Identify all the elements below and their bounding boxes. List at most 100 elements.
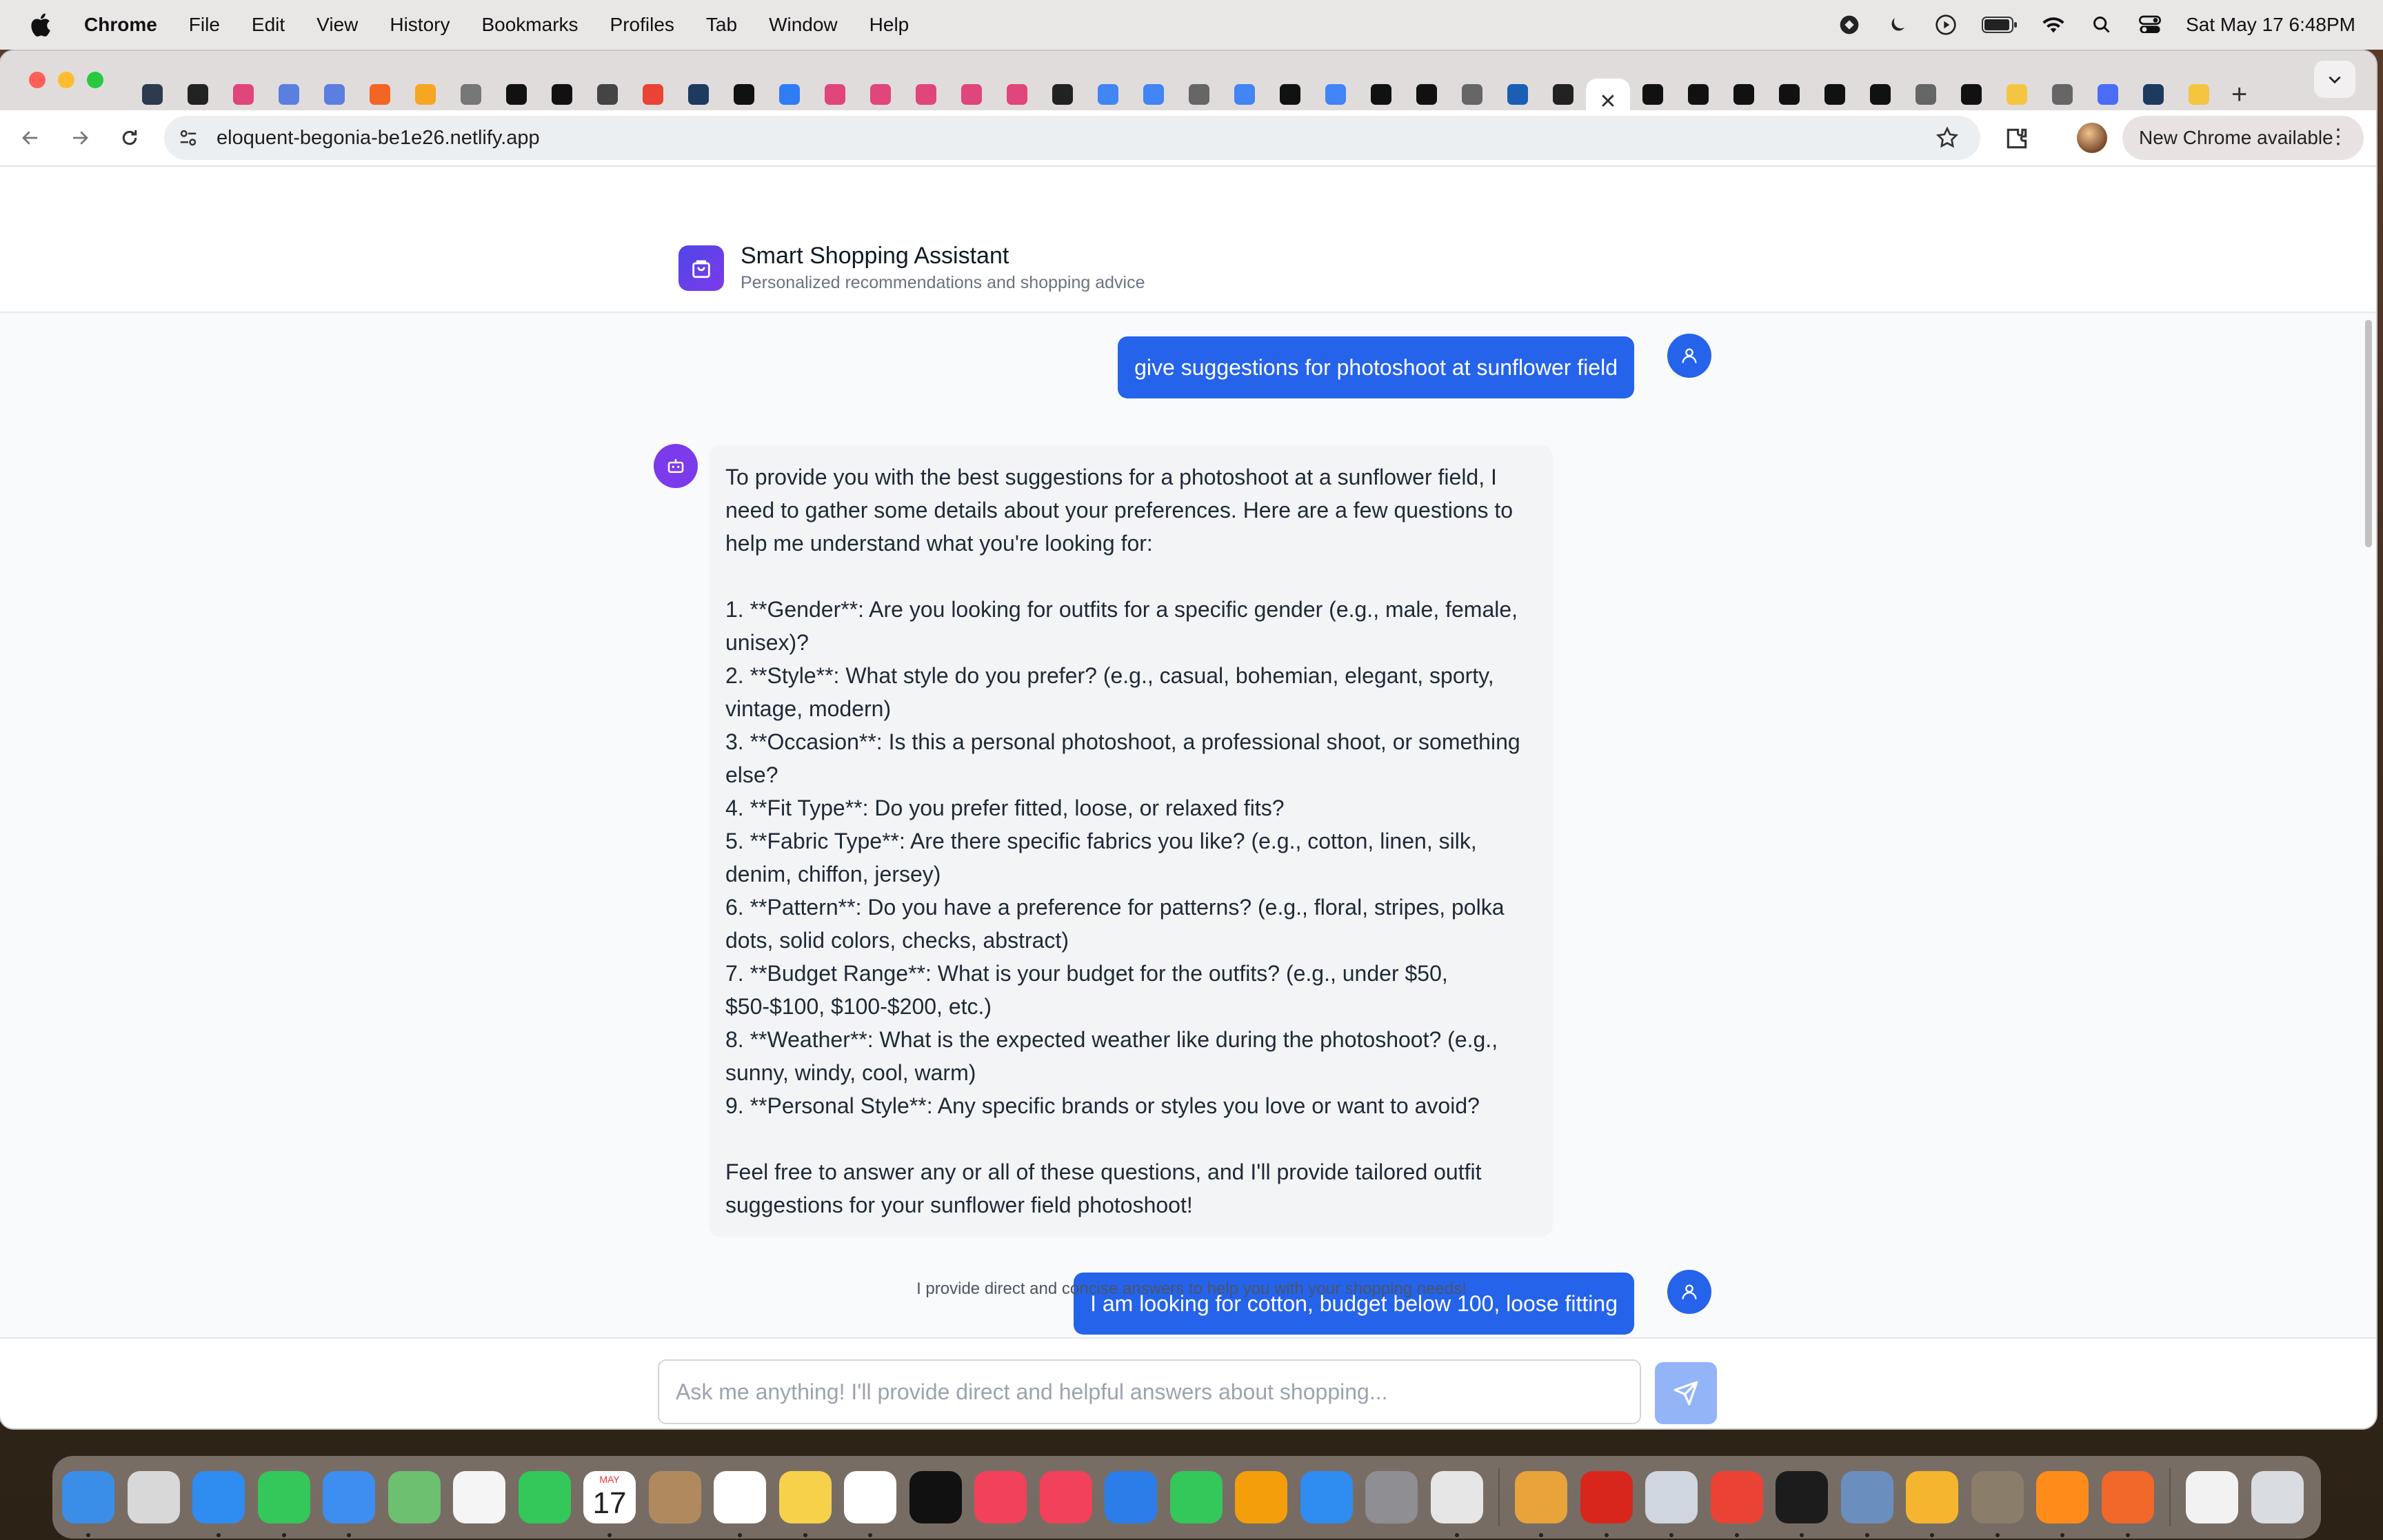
dock-keynote-icon[interactable] (1105, 1471, 1157, 1523)
tab-3[interactable] (266, 79, 312, 110)
site-settings-icon[interactable] (177, 126, 200, 150)
tab-18[interactable] (949, 79, 994, 110)
dock-acrobat-icon[interactable] (1580, 1471, 1633, 1537)
vpn-status-icon[interactable] (1837, 12, 1862, 37)
tab-after-2[interactable] (1721, 79, 1767, 110)
dock-facetime-icon[interactable] (518, 1471, 571, 1523)
tab-9[interactable] (539, 79, 585, 110)
menu-window[interactable]: Window (769, 14, 838, 36)
tab-search-button[interactable] (2314, 61, 2355, 98)
tab-after-11[interactable] (2131, 79, 2176, 110)
tab-after-7[interactable] (1949, 79, 1994, 110)
menu-bookmarks[interactable]: Bookmarks (481, 14, 578, 36)
zoom-window-button[interactable] (87, 72, 103, 88)
tab-after-8[interactable] (1994, 79, 2040, 110)
dock-chrome-icon[interactable] (1710, 1471, 1763, 1537)
control-center-icon[interactable] (2138, 12, 2162, 37)
close-window-button[interactable] (29, 72, 46, 88)
tab-13[interactable] (721, 79, 767, 110)
tab-after-1[interactable] (1676, 79, 1721, 110)
tab-after-5[interactable] (1858, 79, 1903, 110)
dock-pen-app-icon[interactable] (2101, 1471, 2154, 1537)
dock-sublime-text-icon[interactable] (2036, 1471, 2089, 1537)
dock-mail-icon[interactable] (323, 1471, 375, 1537)
tab-after-3[interactable] (1767, 79, 1812, 110)
extensions-puzzle-icon[interactable] (2004, 125, 2030, 152)
dock-chrome-canary-icon[interactable] (1515, 1471, 1567, 1537)
chat-input[interactable] (658, 1359, 1641, 1424)
dock-news-icon[interactable] (1039, 1471, 1092, 1523)
chat-scrollbar[interactable] (2365, 313, 2373, 1336)
spotlight-search-icon[interactable] (2089, 12, 2114, 37)
tab-22[interactable] (1131, 79, 1176, 110)
menu-view[interactable]: View (316, 14, 358, 36)
tab-after-6[interactable] (1903, 79, 1949, 110)
dock-finder-icon[interactable] (62, 1471, 114, 1537)
menu-bar-clock[interactable]: Sat May 17 6:48PM (2186, 14, 2355, 36)
dock-safari-icon[interactable] (192, 1471, 245, 1537)
tab-10[interactable] (585, 79, 630, 110)
dock-app-store-icon[interactable] (1300, 1471, 1353, 1523)
tab-0[interactable] (130, 79, 175, 110)
apple-logo-icon[interactable] (26, 10, 57, 40)
new-tab-button[interactable]: + (2231, 79, 2247, 110)
tab-27[interactable] (1358, 79, 1404, 110)
tab-26[interactable] (1313, 79, 1358, 110)
tab-25[interactable] (1267, 79, 1313, 110)
tab-17[interactable] (903, 79, 949, 110)
tab-after-0[interactable] (1630, 79, 1676, 110)
menu-help[interactable]: Help (869, 14, 909, 36)
tab-11[interactable] (630, 79, 676, 110)
dock-trash-icon[interactable] (2251, 1471, 2304, 1523)
tab-1[interactable] (175, 79, 221, 110)
dock-tv-icon[interactable] (909, 1471, 962, 1523)
scrollbar-thumb[interactable] (2365, 320, 2372, 547)
tab-after-12[interactable] (2176, 79, 2222, 110)
tab-23[interactable] (1176, 79, 1222, 110)
dock-calendar-icon[interactable]: MAY 17 (583, 1471, 636, 1537)
minimize-window-button[interactable] (58, 72, 74, 88)
dock-launchpad-icon[interactable] (127, 1471, 180, 1523)
update-chrome-button[interactable]: New Chrome available ⋮ (2122, 116, 2364, 160)
dock-contacts-icon[interactable] (648, 1471, 701, 1523)
tab-15[interactable] (812, 79, 858, 110)
tab-30[interactable] (1495, 79, 1540, 110)
reload-button[interactable] (116, 124, 143, 152)
tab-2[interactable] (221, 79, 266, 110)
dock-music-icon[interactable] (974, 1471, 1027, 1523)
dock-notes-icon[interactable] (778, 1471, 832, 1537)
tab-24[interactable] (1222, 79, 1267, 110)
dock-preview-icon[interactable] (1840, 1471, 1893, 1537)
address-bar-url[interactable]: eloquent-begonia-be1e26.netlify.app (217, 127, 540, 150)
send-button[interactable] (1655, 1362, 1717, 1424)
dock-numbers-icon[interactable] (1169, 1471, 1223, 1523)
tab-16[interactable] (858, 79, 903, 110)
dock-chrome-beta-icon[interactable] (1906, 1471, 1958, 1537)
menu-tab[interactable]: Tab (706, 14, 737, 36)
tab-5[interactable] (357, 79, 403, 110)
wifi-icon[interactable] (2041, 12, 2066, 37)
tab-21[interactable] (1085, 79, 1131, 110)
tab-8[interactable] (494, 79, 539, 110)
now-playing-icon[interactable] (1933, 12, 1958, 37)
tab-7[interactable] (448, 79, 494, 110)
tab-after-9[interactable] (2040, 79, 2085, 110)
tab-20[interactable] (1040, 79, 1085, 110)
battery-icon[interactable] (1982, 12, 2018, 37)
menu-history[interactable]: History (390, 14, 450, 36)
forward-button[interactable] (66, 124, 94, 152)
dock-system-settings-icon[interactable] (1365, 1471, 1418, 1523)
tab-after-4[interactable] (1812, 79, 1858, 110)
dock-rocket-icon[interactable] (1645, 1471, 1698, 1537)
do-not-disturb-icon[interactable] (1885, 12, 1910, 37)
tab-28[interactable] (1404, 79, 1449, 110)
menu-edit[interactable]: Edit (252, 14, 285, 36)
more-menu-icon[interactable]: ⋮ (2328, 127, 2349, 148)
dock-downloads-icon[interactable] (2186, 1471, 2238, 1523)
profile-avatar[interactable] (2077, 123, 2107, 153)
dock-gimp-icon[interactable] (1971, 1471, 2024, 1537)
dock-pages-icon[interactable] (1235, 1471, 1287, 1523)
dock-freeform-icon[interactable] (844, 1471, 896, 1537)
tab-after-10[interactable] (2085, 79, 2131, 110)
address-bar[interactable]: eloquent-begonia-be1e26.netlify.app (164, 116, 1980, 160)
